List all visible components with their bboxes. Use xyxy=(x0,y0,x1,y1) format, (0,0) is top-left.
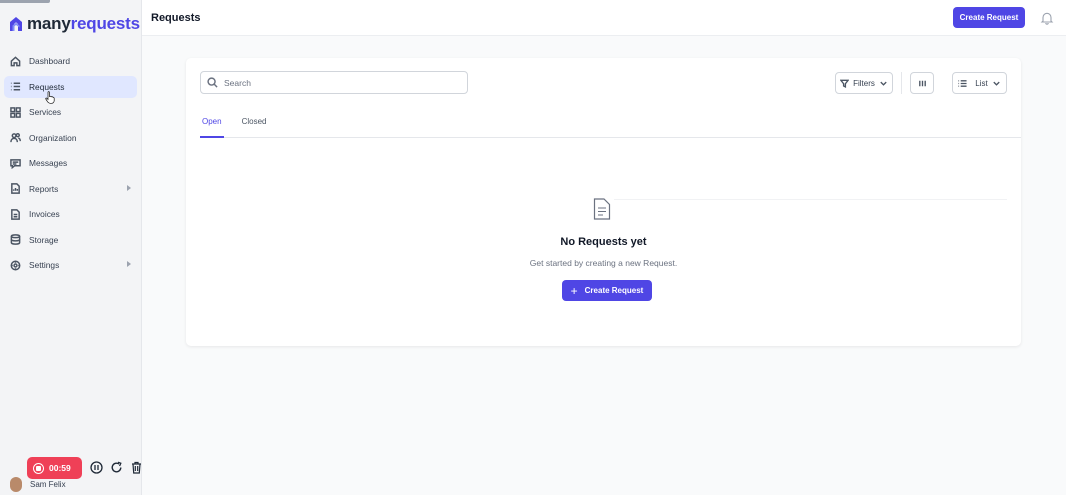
database-icon xyxy=(10,234,21,245)
page-title: Requests xyxy=(151,12,201,24)
sidebar-item-label: Invoices xyxy=(29,209,60,219)
sidebar-item-requests[interactable]: Requests xyxy=(4,75,137,98)
search-box[interactable] xyxy=(200,71,468,94)
columns-icon xyxy=(918,80,926,86)
trash-icon[interactable] xyxy=(130,461,143,474)
view-label: List xyxy=(975,78,988,88)
empty-state-subtitle: Get started by creating a new Request. xyxy=(529,258,678,268)
sidebar-item-organization[interactable]: Organization xyxy=(4,127,137,149)
message-icon xyxy=(10,158,21,169)
expand-arrow-icon[interactable] xyxy=(127,261,131,267)
sidebar-item-services[interactable]: Services xyxy=(4,101,137,123)
sidebar-item-label: Reports xyxy=(29,183,59,194)
status-tabs: Open Closed xyxy=(200,116,1021,138)
logo-mark-icon xyxy=(10,17,22,31)
empty-create-label: Create Request xyxy=(584,286,644,295)
filters-label: Filters xyxy=(853,78,875,88)
top-strip xyxy=(0,0,50,3)
sidebar-item-label: Settings xyxy=(29,260,60,270)
bell-icon[interactable] xyxy=(1040,11,1054,25)
sidebar: manyrequests Dashboard Requests Services… xyxy=(0,0,142,495)
filters-button[interactable]: Filters xyxy=(835,72,893,94)
empty-divider xyxy=(614,199,1007,200)
requests-card: Filters List Open Closed No Requests yet… xyxy=(186,58,1021,346)
hand-cursor-icon xyxy=(45,91,55,104)
toolbar-divider xyxy=(901,72,902,94)
sidebar-item-label: Dashboard xyxy=(29,56,70,66)
user-name: Sam Felix xyxy=(30,480,66,489)
expand-arrow-icon[interactable] xyxy=(127,184,131,191)
sidebar-item-reports[interactable]: Reports xyxy=(4,178,137,200)
document-icon xyxy=(593,198,611,220)
app: manyrequests Dashboard Requests Services… xyxy=(0,0,1066,495)
view-select[interactable]: List xyxy=(952,72,1007,94)
sidebar-item-label: Requests xyxy=(29,81,65,92)
header: Requests Create Request xyxy=(142,0,1066,36)
stop-icon xyxy=(33,462,44,474)
search-icon xyxy=(207,77,218,88)
logo-text: manyrequests xyxy=(27,14,140,34)
columns-button[interactable] xyxy=(910,72,934,94)
sidebar-nav: Dashboard Requests Services Organization… xyxy=(4,50,137,280)
chevron-down-icon xyxy=(993,81,1000,86)
sidebar-item-label: Organization xyxy=(29,132,77,143)
logo[interactable]: manyrequests xyxy=(9,14,140,34)
sidebar-item-label: Messages xyxy=(29,158,68,168)
record-timer: 00:59 xyxy=(49,463,71,473)
logo-text-many: many xyxy=(27,14,71,33)
sidebar-item-storage[interactable]: Storage xyxy=(4,229,137,251)
sidebar-item-label: Storage xyxy=(29,234,59,245)
grid-icon xyxy=(10,106,21,118)
tab-open[interactable]: Open xyxy=(200,116,224,138)
restart-icon[interactable] xyxy=(110,461,123,474)
sidebar-item-messages[interactable]: Messages xyxy=(4,152,137,174)
users-icon xyxy=(10,133,21,143)
sidebar-item-settings[interactable]: Settings xyxy=(4,254,137,276)
tab-closed[interactable]: Closed xyxy=(240,116,269,138)
scrollbar[interactable] xyxy=(1060,36,1066,495)
sidebar-item-dashboard[interactable]: Dashboard xyxy=(4,50,137,72)
empty-create-request-button[interactable]: + Create Request xyxy=(562,280,652,301)
report-icon xyxy=(11,183,20,194)
home-icon xyxy=(10,55,21,66)
plus-icon: + xyxy=(570,283,578,298)
list-icon xyxy=(10,82,21,91)
gear-icon xyxy=(10,260,21,270)
search-input[interactable] xyxy=(224,77,454,88)
user-profile[interactable]: Sam Felix xyxy=(10,477,66,492)
chevron-down-icon xyxy=(880,81,887,86)
empty-state-title: No Requests yet xyxy=(560,236,647,248)
filter-icon xyxy=(840,79,850,88)
record-stop-button[interactable]: 00:59 xyxy=(27,457,82,479)
list-icon xyxy=(958,79,967,87)
invoice-icon xyxy=(11,208,20,220)
logo-text-requests: requests xyxy=(70,14,140,33)
pause-icon[interactable] xyxy=(90,461,103,474)
avatar xyxy=(10,477,22,492)
sidebar-item-invoices[interactable]: Invoices xyxy=(4,203,137,225)
sidebar-item-label: Services xyxy=(29,107,62,117)
create-request-button[interactable]: Create Request xyxy=(953,7,1025,28)
